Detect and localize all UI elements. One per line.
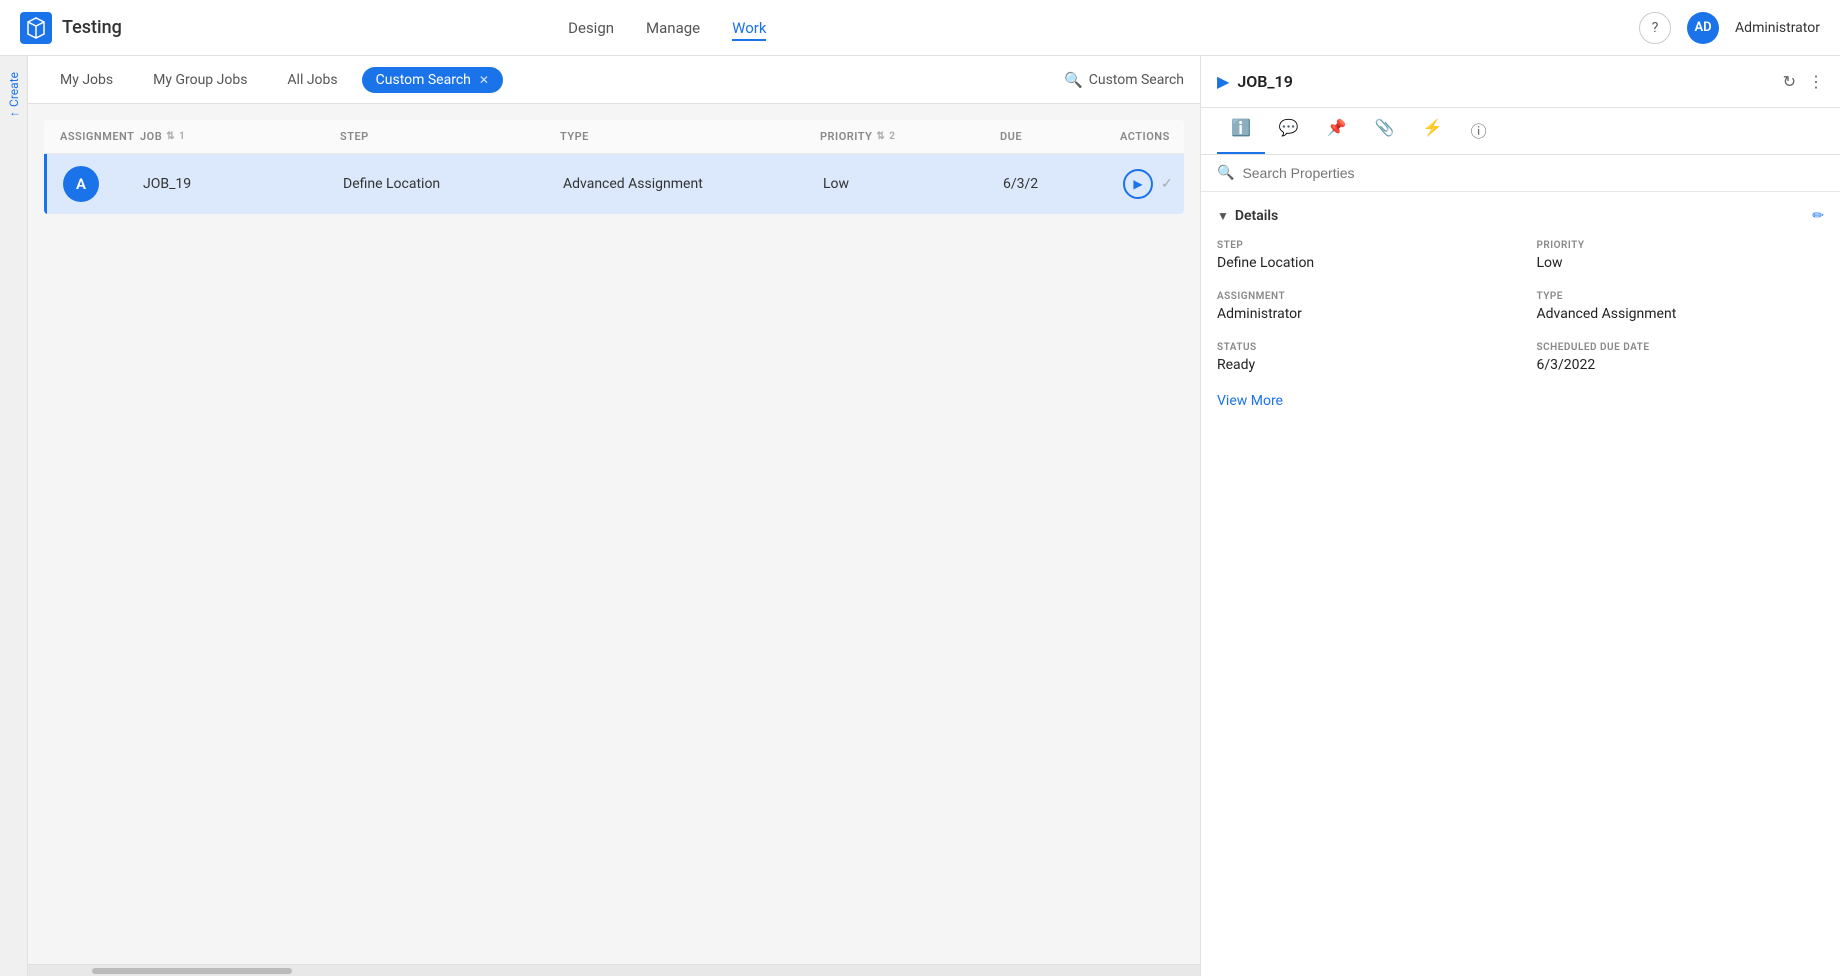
priority-cell: Low (823, 176, 1003, 192)
check-icon[interactable]: ✓ (1161, 176, 1173, 192)
nav-work[interactable]: Work (732, 15, 766, 41)
panel-search-icon: 🔍 (1217, 165, 1234, 181)
more-options-icon[interactable]: ⋮ (1808, 72, 1824, 91)
table-header: ASSIGNMENT JOB ⇅ 1 STEP TYPE PRIORITY (44, 120, 1184, 154)
view-more-link[interactable]: View More (1217, 393, 1283, 409)
step-cell: Define Location (343, 176, 563, 192)
detail-due-date: SCHEDULED DUE DATE 6/3/2022 (1537, 342, 1825, 373)
admin-name[interactable]: Administrator (1735, 20, 1820, 36)
col-job[interactable]: JOB ⇅ 1 (140, 130, 340, 143)
panel-indicator-icon: ▶ (1217, 72, 1229, 91)
table-row[interactable]: A JOB_19 Define Location Advanced Assign… (44, 154, 1184, 214)
tabs-search-button[interactable]: 🔍 Custom Search (1064, 71, 1184, 89)
nav-manage[interactable]: Manage (646, 15, 700, 41)
status-value: Ready (1217, 357, 1505, 373)
scrollbar-thumb[interactable] (92, 968, 292, 974)
detail-status: STATUS Ready (1217, 342, 1505, 373)
table-container: ASSIGNMENT JOB ⇅ 1 STEP TYPE PRIORITY (44, 120, 1184, 214)
details-header: ▼ Details ✏ (1217, 208, 1824, 224)
content-area: My Jobs My Group Jobs All Jobs Custom Se… (28, 56, 1200, 976)
play-button[interactable]: ▶ (1123, 169, 1153, 199)
priority-sort-count: 2 (889, 131, 895, 142)
step-label: STEP (1217, 240, 1505, 251)
panel-tab-circle-info[interactable]: ⓘ (1457, 108, 1501, 154)
job-sort-count: 1 (179, 131, 185, 142)
priority-sort-icon: ⇅ (876, 131, 885, 142)
type-cell: Advanced Assignment (563, 176, 823, 192)
assignment-value: Administrator (1217, 306, 1505, 322)
priority-value: Low (1537, 255, 1825, 271)
nav-links: Design Manage Work (568, 15, 766, 41)
tab-all-jobs[interactable]: All Jobs (271, 66, 353, 94)
assignment-cell: A (63, 166, 143, 202)
avatar[interactable]: AD (1687, 12, 1719, 44)
bottom-scrollbar[interactable] (28, 964, 1200, 976)
detail-assignment: ASSIGNMENT Administrator (1217, 291, 1505, 322)
status-label: STATUS (1217, 342, 1505, 353)
col-type: TYPE (560, 130, 820, 143)
step-value: Define Location (1217, 255, 1505, 271)
panel-tab-filter[interactable]: ⚡ (1409, 108, 1457, 154)
details-title: Details (1235, 208, 1278, 224)
details-section: ▼ Details ✏ STEP Define Location PRIORIT… (1201, 192, 1840, 425)
tab-custom-search[interactable]: Custom Search ✕ (362, 67, 503, 93)
app-title: Testing (62, 17, 122, 38)
detail-priority: PRIORITY Low (1537, 240, 1825, 271)
create-label: Create (7, 72, 21, 107)
tabs-search-label: Custom Search (1089, 72, 1184, 88)
panel-tab-attachment[interactable]: 📎 (1361, 108, 1409, 154)
details-toggle[interactable]: ▼ Details (1217, 208, 1278, 224)
col-assignment: ASSIGNMENT (60, 130, 140, 143)
logo-area: Testing (20, 12, 122, 44)
tab-close-icon[interactable]: ✕ (479, 73, 489, 87)
right-panel-header: ▶ JOB_19 ↻ ⋮ (1201, 56, 1840, 108)
job-cell: JOB_19 (143, 176, 343, 192)
panel-title: JOB_19 (1237, 72, 1774, 91)
priority-label: PRIORITY (1537, 240, 1825, 251)
due-date-value: 6/3/2022 (1537, 357, 1825, 373)
detail-type: TYPE Advanced Assignment (1537, 291, 1825, 322)
custom-search-tab-label: Custom Search (376, 72, 471, 88)
due-date-label: SCHEDULED DUE DATE (1537, 342, 1825, 353)
tab-my-jobs[interactable]: My Jobs (44, 66, 129, 94)
create-button[interactable]: ↑ Create (3, 64, 25, 125)
left-sidebar: ↑ Create (0, 56, 28, 976)
panel-actions: ↻ ⋮ (1783, 72, 1824, 91)
create-arrow-icon: ↑ (7, 111, 21, 117)
refresh-icon[interactable]: ↻ (1783, 72, 1796, 91)
nav-design[interactable]: Design (568, 15, 614, 41)
panel-search: 🔍 (1201, 155, 1840, 192)
col-priority[interactable]: PRIORITY ⇅ 2 (820, 130, 1000, 143)
edit-icon[interactable]: ✏ (1812, 208, 1824, 224)
col-step: STEP (340, 130, 560, 143)
actions-cell: ▶ ✓ (1123, 169, 1184, 199)
table-area: ASSIGNMENT JOB ⇅ 1 STEP TYPE PRIORITY (28, 104, 1200, 964)
tabs-bar: My Jobs My Group Jobs All Jobs Custom Se… (28, 56, 1200, 104)
assignment-label: ASSIGNMENT (1217, 291, 1505, 302)
panel-icon-tabs: ℹ️ 💬 📌 📎 ⚡ ⓘ (1201, 108, 1840, 155)
col-due: DUE (1000, 130, 1120, 143)
panel-tab-info[interactable]: ℹ️ (1217, 108, 1265, 154)
detail-step: STEP Define Location (1217, 240, 1505, 271)
help-button[interactable]: ? (1639, 12, 1671, 44)
chevron-down-icon: ▼ (1217, 209, 1229, 223)
type-value: Advanced Assignment (1537, 306, 1825, 322)
app-logo (20, 12, 52, 44)
panel-search-input[interactable] (1242, 165, 1824, 181)
top-nav: Testing Design Manage Work ? AD Administ… (0, 0, 1840, 56)
job-sort-icon: ⇅ (166, 131, 175, 142)
nav-right: ? AD Administrator (1639, 12, 1820, 44)
panel-tab-chat[interactable]: 💬 (1265, 108, 1313, 154)
col-actions: ACTIONS (1120, 130, 1184, 143)
assignment-avatar: A (63, 166, 99, 202)
type-label: TYPE (1537, 291, 1825, 302)
right-panel: ▶ JOB_19 ↻ ⋮ ℹ️ 💬 📌 📎 ⚡ ⓘ 🔍 ▼ (1200, 56, 1840, 976)
main-layout: ↑ Create My Jobs My Group Jobs All Jobs … (0, 56, 1840, 976)
panel-tab-link[interactable]: 📌 (1313, 108, 1361, 154)
search-icon: 🔍 (1064, 71, 1083, 89)
details-grid: STEP Define Location PRIORITY Low ASSIGN… (1217, 240, 1824, 373)
due-cell: 6/3/2 (1003, 176, 1123, 192)
tab-my-group-jobs[interactable]: My Group Jobs (137, 66, 263, 94)
